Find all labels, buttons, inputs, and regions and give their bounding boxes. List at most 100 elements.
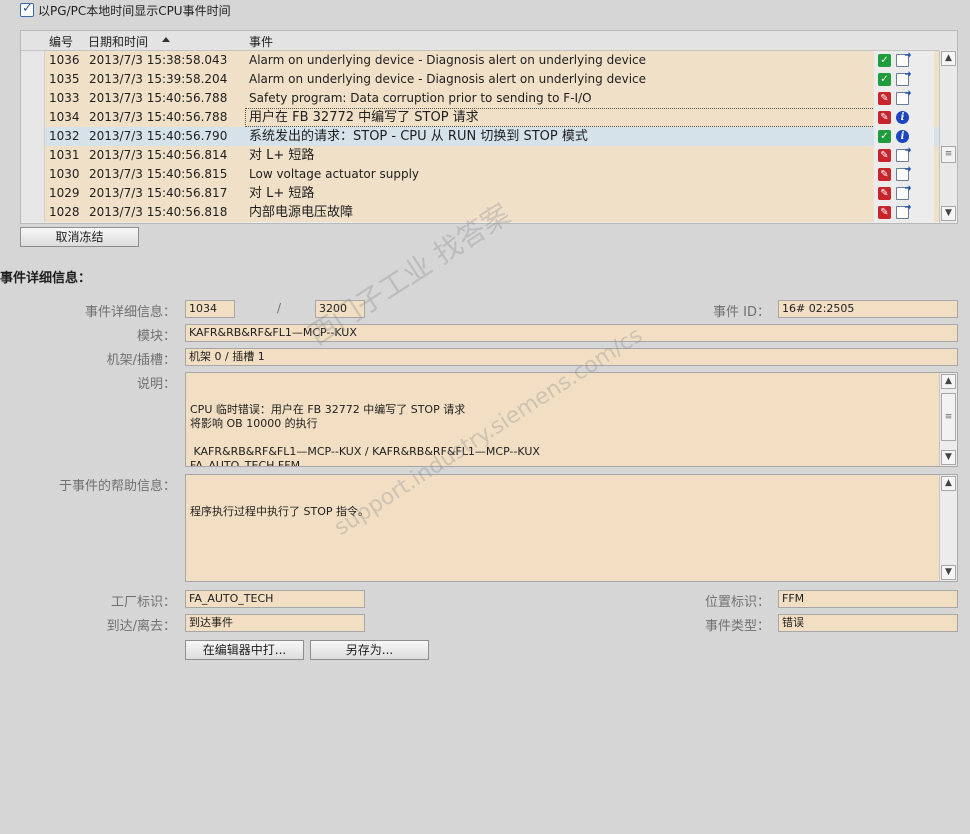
event-detail-label: 事件详细信息： xyxy=(84,305,176,320)
scroll-down-icon[interactable]: ▼ xyxy=(941,206,956,221)
row-selector[interactable] xyxy=(21,146,45,165)
message-sent-icon xyxy=(896,168,909,181)
row-selector[interactable] xyxy=(21,203,45,222)
column-header-number[interactable]: 编号 xyxy=(49,33,73,50)
event-detail-field: 1034 xyxy=(185,300,235,318)
unfreeze-button[interactable]: 取消冻结 xyxy=(20,227,139,247)
module-label: 模块： xyxy=(136,329,176,344)
table-row[interactable]: 1034 2013/7/3 15:40:56.788 用户在 FB 32772 中编… xyxy=(21,108,939,127)
description-textarea[interactable]: CPU 临时错误：用户在 FB 32772 中编写了 STOP 请求 将影响 OB… xyxy=(185,372,958,467)
arrive-leave-label: 到达/离去： xyxy=(106,619,176,634)
open-in-editor-button[interactable]: 在编辑器中打... xyxy=(185,640,304,660)
location-label: 位置标识： xyxy=(704,595,770,610)
row-event: 用户在 FB 32772 中编写了 STOP 请求 xyxy=(245,108,875,127)
description-scrollbar[interactable]: ▲ ≡ ▼ xyxy=(939,373,957,466)
event-separator: / xyxy=(277,301,282,315)
row-status-cell: ✎ xyxy=(874,184,934,203)
row-selector[interactable] xyxy=(21,108,45,127)
table-row[interactable]: 1036 2013/7/3 15:38:58.043 Alarm on underl… xyxy=(21,51,939,70)
save-as-button[interactable]: 另存为... xyxy=(310,640,429,660)
row-datetime: 2013/7/3 15:40:56.814 xyxy=(89,148,228,162)
error-icon: ✎ xyxy=(878,92,891,105)
message-sent-icon xyxy=(896,206,909,219)
info-icon: i xyxy=(896,111,909,124)
row-event: Safety program: Data corruption prior to… xyxy=(249,91,592,105)
row-event: 对 L+ 短路 xyxy=(249,186,315,201)
event-details-title: 事件详细信息： xyxy=(0,271,92,286)
help-textarea[interactable]: 程序执行过程中执行了 STOP 指令。 ▲ ▼ xyxy=(185,474,958,582)
row-event: 系统发出的请求：STOP - CPU 从 RUN 切换到 STOP 模式 xyxy=(249,129,588,144)
checkmark-icon: ✓ xyxy=(878,130,891,143)
message-sent-icon xyxy=(896,149,909,162)
row-status-cell: ✓ i xyxy=(874,127,934,146)
scroll-up-icon[interactable]: ▲ xyxy=(941,374,956,389)
error-icon: ✎ xyxy=(878,206,891,219)
row-number: 1028 xyxy=(49,205,80,219)
local-time-checkbox-label: 以PG/PC本地时间显示CPU事件时间 xyxy=(38,4,231,18)
column-header-datetime[interactable]: 日期和时间 xyxy=(88,33,148,50)
row-status-cell: ✎ xyxy=(874,146,934,165)
table-row[interactable]: 1028 2013/7/3 15:40:56.818 内部电源电压故障 ✎ xyxy=(21,203,939,222)
scroll-down-icon[interactable]: ▼ xyxy=(941,450,956,465)
row-selector[interactable] xyxy=(21,70,45,89)
row-status-cell: ✎ xyxy=(874,203,934,222)
event-type-field: 错误 xyxy=(778,614,958,632)
row-selector[interactable] xyxy=(21,184,45,203)
error-icon: ✎ xyxy=(878,149,891,162)
arrive-leave-field: 到达事件 xyxy=(185,614,365,632)
row-selector[interactable] xyxy=(21,127,45,146)
row-event: 对 L+ 短路 xyxy=(249,148,315,163)
row-event: Low voltage actuator supply xyxy=(249,167,420,181)
row-event: 内部电源电压故障 xyxy=(249,205,354,220)
row-number: 1036 xyxy=(49,53,80,67)
checkmark-icon: ✓ xyxy=(878,73,891,86)
table-row[interactable]: 1032 2013/7/3 15:40:56.790 系统发出的请求：STOP - … xyxy=(21,127,939,146)
column-header-event[interactable]: 事件 xyxy=(249,33,273,50)
help-text: 程序执行过程中执行了 STOP 指令。 xyxy=(190,505,369,518)
description-line: CPU 临时错误：用户在 FB 32772 中编写了 STOP 请求 xyxy=(190,403,466,416)
local-time-checkbox[interactable] xyxy=(20,1,34,17)
description-text: CPU 临时错误：用户在 FB 32772 中编写了 STOP 请求 将影响 OB… xyxy=(190,403,937,467)
error-icon: ✎ xyxy=(878,187,891,200)
description-line: FA_AUTO_TECH FFM xyxy=(190,459,301,467)
message-sent-icon xyxy=(896,54,909,67)
table-row[interactable]: 1033 2013/7/3 15:40:56.788 Safety program:… xyxy=(21,89,939,108)
table-row[interactable]: 1030 2013/7/3 15:40:56.815 Low voltage act… xyxy=(21,165,939,184)
table-row[interactable]: 1029 2013/7/3 15:40:56.817 对 L+ 短路 ✎ xyxy=(21,184,939,203)
row-number: 1034 xyxy=(49,110,80,124)
event-id-label: 事件 ID： xyxy=(713,305,770,320)
row-status-cell: ✓ xyxy=(874,51,934,70)
scroll-up-icon[interactable]: ▲ xyxy=(941,476,956,491)
row-selector[interactable] xyxy=(21,51,45,70)
row-datetime: 2013/7/3 15:40:56.817 xyxy=(89,186,228,200)
row-status-cell: ✓ xyxy=(874,70,934,89)
scroll-thumb[interactable]: ≡ xyxy=(941,393,956,441)
event-total-field: 3200 xyxy=(315,300,365,318)
row-number: 1035 xyxy=(49,72,80,86)
table-row[interactable]: 1035 2013/7/3 15:39:58.204 Alarm on underl… xyxy=(21,70,939,89)
row-selector[interactable] xyxy=(21,165,45,184)
help-scrollbar[interactable]: ▲ ▼ xyxy=(939,475,957,581)
row-number: 1030 xyxy=(49,167,80,181)
description-label: 说明： xyxy=(136,377,176,392)
description-line: 将影响 OB 10000 的执行 xyxy=(190,417,318,430)
info-icon: i xyxy=(896,130,909,143)
description-line: KAFR&RB&RF&FL1—MCP--KUX / KAFR&RB&RF&FL1… xyxy=(190,445,540,458)
scroll-up-icon[interactable]: ▲ xyxy=(941,51,956,66)
scroll-down-icon[interactable]: ▼ xyxy=(941,565,956,580)
row-event: Alarm on underlying device - Diagnosis a… xyxy=(249,53,647,67)
row-datetime: 2013/7/3 15:40:56.790 xyxy=(89,129,228,143)
row-selector[interactable] xyxy=(21,89,45,108)
row-datetime: 2013/7/3 15:38:58.043 xyxy=(89,53,228,67)
row-datetime: 2013/7/3 15:40:56.818 xyxy=(89,205,228,219)
rack-slot-field: 机架 0 / 插槽 1 xyxy=(185,348,958,366)
message-sent-icon xyxy=(896,92,909,105)
table-scrollbar[interactable]: ▲ ≡ ▼ xyxy=(939,50,957,223)
row-status-cell: ✎ xyxy=(874,165,934,184)
scroll-thumb[interactable]: ≡ xyxy=(941,146,956,163)
message-sent-icon xyxy=(896,187,909,200)
checkmark-icon: ✓ xyxy=(878,54,891,67)
table-row[interactable]: 1031 2013/7/3 15:40:56.814 对 L+ 短路 ✎ xyxy=(21,146,939,165)
help-label: 于事件的帮助信息： xyxy=(58,479,176,494)
plant-field: FA_AUTO_TECH xyxy=(185,590,365,608)
